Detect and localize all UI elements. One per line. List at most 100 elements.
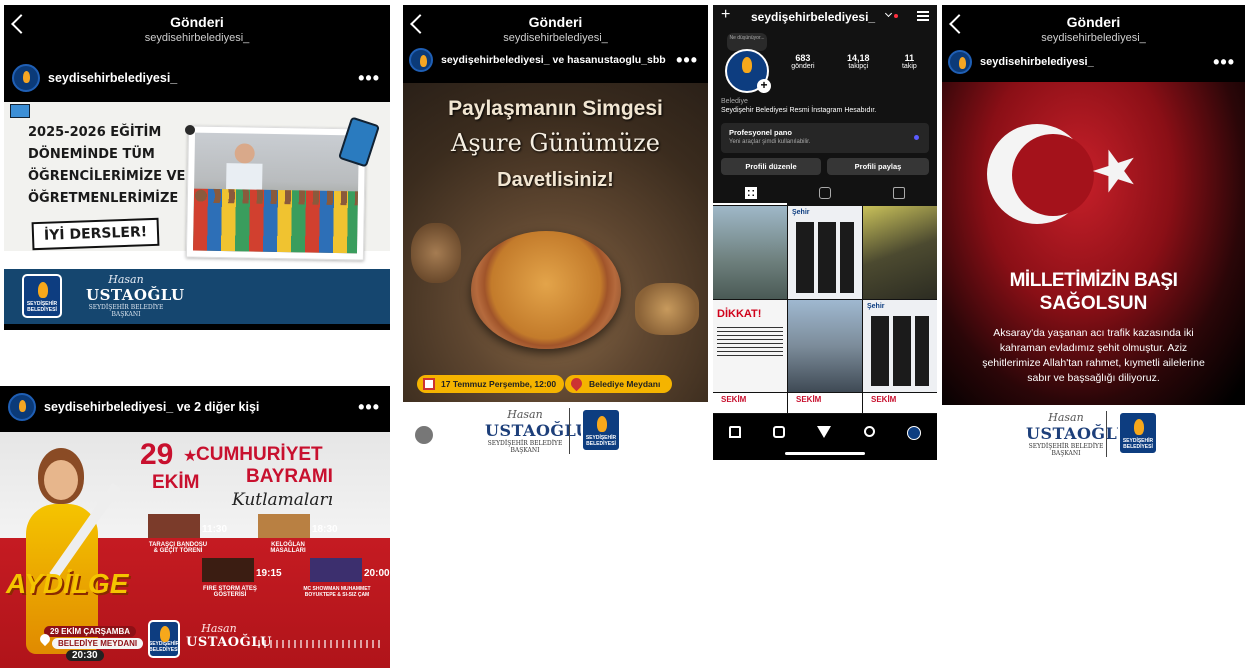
more-options-icon[interactable]: ••• [676,50,698,71]
signature-title: SEYDİŞEHİR BELEDİYE BAŞKANI [487,440,563,454]
asure-bowl [471,231,621,349]
grid-thumb[interactable]: Şehir [863,299,937,392]
post-image: 29 ★ CUMHURİYET EKİM BAYRAMI Kutlamaları… [0,432,390,668]
header-subtitle: seydisehirbelediyesi_ [144,32,250,44]
grid-thumb[interactable] [788,299,862,392]
start-time-text: 20:30 [72,650,98,661]
header-title: Gönderi [170,14,224,30]
headline-line: 2025-2026 EĞİTİM [28,125,162,140]
header-title: Gönderi [528,14,583,30]
reels-tab-icon[interactable] [819,187,831,199]
post-headline-2: SAĞOLSUN [1039,293,1148,314]
share-profile-label: Profili paylaş [854,162,902,171]
grid-thumb[interactable] [863,206,937,299]
menu-icon[interactable] [917,11,929,21]
post-user-row: seydisehirbelediyesi_ ••• [4,63,390,93]
grid-thumb[interactable]: Şehir [788,206,862,299]
post-image: Paylaşmanın Simgesi Aşure Günümüze Davet… [403,83,708,402]
event-name: KELOĞLAN MASALLARI [270,542,306,554]
post-header: Gönderi seydisehirbelediyesi_ [403,5,708,44]
more-options-icon[interactable]: ••• [358,397,380,418]
profile-username[interactable]: seydişehirbelediyesi_ [751,10,875,24]
event-item [202,558,254,582]
nut-pile [411,223,461,283]
mayor-signature: Hasan USTAOĞLU SEYDİŞEHİR BELEDİYE BAŞKA… [86,273,185,318]
avatar[interactable] [12,64,40,92]
stat-label: gönderi [791,63,815,70]
event-item [258,514,310,538]
grid-icon[interactable] [745,187,757,199]
add-icon[interactable]: + [721,6,730,24]
send-icon[interactable] [817,426,832,438]
reels-icon[interactable] [773,426,786,438]
pro-indicator-dot [914,135,919,140]
place-text: Belediye Meydanı [589,379,661,389]
profile-tabs [713,183,937,205]
thumb-label: SEKİM [871,395,897,404]
stat-label: takipçi [848,63,869,70]
profile-nav-icon[interactable] [906,426,921,440]
artist-name: AYDİLGE [6,568,129,599]
mayor-signature: Hasan USTAOĞLU [186,622,271,650]
date-pill: 29 EKİM ÇARŞAMBA [44,626,137,637]
headline-line: ÖĞRENCİLERİMİZE VE [28,169,186,184]
grid-thumb[interactable]: SEKİM [863,393,937,413]
stat-followers[interactable]: 14,18 takipçi [847,53,870,70]
signature-name: USTAOĞLU [86,286,185,304]
avatar[interactable] [409,48,433,72]
calculator-icon [337,116,381,168]
search-icon[interactable] [863,426,875,437]
municipality-logo: SEYDİŞEHİR BELEDİYESİ [22,274,62,318]
class-photo [192,132,360,254]
event-month: EKİM [152,472,200,493]
thumb-label: SEKİM [721,395,747,404]
photo-frame [185,125,367,261]
event-title-script: Kutlamaları [232,490,334,510]
post-panel-education: Gönderi seydisehirbelediyesi_ seydisehir… [4,5,390,330]
notification-dot [894,14,898,18]
event-item [310,558,362,582]
home-indicator [785,452,865,455]
grid-thumb[interactable]: SEKİM [788,393,862,413]
post-title-2: Aşure Günümüze [450,129,660,157]
post-header: Gönderi seydisehirbelediyesi_ [4,5,390,44]
grid-thumb[interactable]: SEKİM [713,393,787,413]
stat-posts[interactable]: 683 gönderi [791,53,814,70]
edit-profile-button[interactable]: Profili düzenle [721,158,821,175]
post-user-row: seydisehirbelediyesi_ ve 2 diğer kişi ••… [0,392,390,422]
post-body: Aksaray'da yaşanan acı trafik kazasında … [982,327,1205,384]
avatar[interactable] [948,50,972,74]
date-text: 29 EKİM ÇARŞAMBA [50,627,131,636]
event-name: MC SHOWMAN MUHAMMET BOYUKTEPE & SI-SIZ Ç… [303,586,371,598]
event-title: CUMHURİYET [196,444,323,465]
home-icon[interactable] [729,426,742,438]
add-story-icon[interactable]: + [757,79,771,93]
post-image: 2025-2026 EĞİTİM DÖNEMİNDE TÜM ÖĞRENCİLE… [4,102,390,324]
chevron-down-icon[interactable] [884,9,893,18]
stat-following[interactable]: 11 takip [902,53,917,70]
grid-thumb[interactable] [713,206,787,299]
username[interactable]: seydişehirbelediyesi_ ve hasanustaoglu_s… [441,54,666,66]
signature-hand: Hasan [108,273,144,286]
profile-icon[interactable] [415,426,433,444]
stat-value: 11 [904,53,915,63]
signature-hand: Hasan [201,622,237,635]
username[interactable]: seydisehirbelediyesi_ [980,56,1094,68]
place-text: BELEDİYE MEYDANI [58,639,138,648]
username[interactable]: seydisehirbelediyesi_ [48,71,177,85]
event-item [148,514,200,538]
more-options-icon[interactable]: ••• [358,68,380,89]
avatar[interactable] [8,393,36,421]
stat-value: 14,18 [847,53,870,63]
share-profile-button[interactable]: Profili paylaş [827,158,929,175]
divider [1106,411,1107,457]
walnut-pile [635,283,699,335]
post-headline: MİLLETİMİZİN BAŞI [1009,270,1178,291]
municipality-logo: SEYDİŞEHİR BELEDİYESİ [1118,411,1158,455]
grid-thumb[interactable]: DİKKAT! [713,299,787,392]
tagged-tab-icon[interactable] [893,187,905,199]
pro-dashboard[interactable]: Profesyonel pano Yeni araçlar şimdi kull… [721,123,929,153]
date-text: 17 Temmuz Perşembe, 12:00 [441,379,557,389]
more-options-icon[interactable]: ••• [1213,52,1235,73]
username[interactable]: seydisehirbelediyesi_ ve 2 diğer kişi [44,400,259,414]
